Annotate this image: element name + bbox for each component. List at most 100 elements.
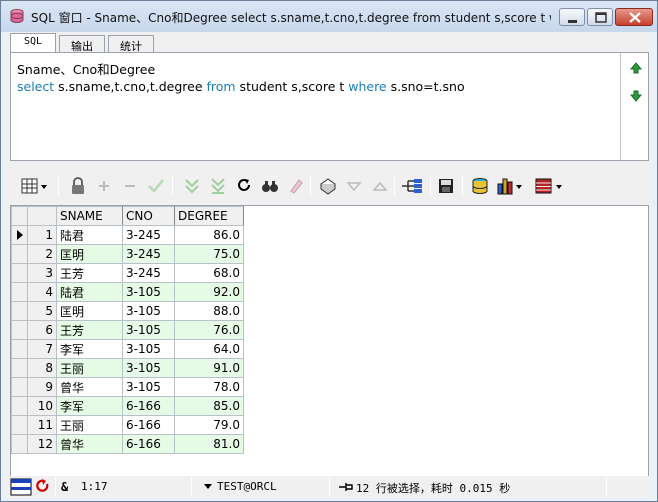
connection-name[interactable]: TEST@ORCL — [217, 478, 277, 496]
table-row[interactable]: 5 匡明 3-105 88.0 — [11, 301, 244, 321]
cell-cno[interactable]: 6-166 — [122, 434, 175, 454]
table-row[interactable]: 2 匡明 3-245 75.0 — [11, 244, 244, 264]
result-grid[interactable]: SNAME CNO DEGREE 1 陆君 3-245 86.0 2 匡明 3-245 75.… — [10, 205, 649, 494]
next-sql-icon[interactable] — [629, 89, 643, 103]
cell-degree[interactable]: 91.0 — [174, 358, 244, 378]
tree-button[interactable] — [400, 176, 424, 196]
add-row-button[interactable] — [94, 176, 114, 196]
cell-cno[interactable]: 3-245 — [122, 263, 175, 283]
cell-sname[interactable]: 王芳 — [56, 263, 123, 283]
cell-cno[interactable]: 6-166 — [122, 396, 175, 416]
cell-degree[interactable]: 85.0 — [174, 396, 244, 416]
row-number: 2 — [27, 244, 57, 264]
row-indicator[interactable] — [11, 263, 28, 283]
minimize-button[interactable] — [559, 8, 585, 26]
row-indicator[interactable] — [11, 244, 28, 264]
table-row[interactable]: 10 李军 6-166 85.0 — [11, 396, 244, 416]
cell-sname[interactable]: 王丽 — [56, 358, 123, 378]
cell-degree[interactable]: 76.0 — [174, 320, 244, 340]
row-indicator[interactable] — [11, 225, 28, 245]
title-bar[interactable]: SQL 窗口 - Sname、Cno和Degree select s.sname… — [1, 1, 657, 32]
cell-sname[interactable]: 匡明 — [56, 244, 123, 264]
tab-output[interactable]: 输出 — [59, 35, 105, 53]
row-indicator[interactable] — [11, 415, 28, 435]
chart-button[interactable] — [496, 176, 524, 196]
cell-cno[interactable]: 3-105 — [122, 320, 175, 340]
cell-degree[interactable]: 81.0 — [174, 434, 244, 454]
column-header-degree[interactable]: DEGREE — [174, 206, 244, 226]
window-list-icon[interactable] — [10, 478, 32, 496]
table-row[interactable]: 8 王丽 3-105 91.0 — [11, 358, 244, 378]
row-indicator[interactable] — [11, 358, 28, 378]
cell-cno[interactable]: 3-105 — [122, 339, 175, 359]
cell-cno[interactable]: 3-245 — [122, 225, 175, 245]
sort-down-button[interactable] — [344, 176, 364, 196]
cell-degree[interactable]: 79.0 — [174, 415, 244, 435]
cell-degree[interactable]: 86.0 — [174, 225, 244, 245]
table-row[interactable]: 7 李军 3-105 64.0 — [11, 339, 244, 359]
cell-cno[interactable]: 3-105 — [122, 377, 175, 397]
single-record-button[interactable] — [534, 176, 564, 196]
cell-sname[interactable]: 匡明 — [56, 301, 123, 321]
toolbar-separator — [58, 176, 59, 196]
row-indicator[interactable] — [11, 301, 28, 321]
delete-row-button[interactable] — [120, 176, 140, 196]
cell-degree[interactable]: 68.0 — [174, 263, 244, 283]
table-row[interactable]: 3 王芳 3-245 68.0 — [11, 263, 244, 283]
cell-cno[interactable]: 3-245 — [122, 244, 175, 264]
row-indicator[interactable] — [11, 339, 28, 359]
column-header-cno[interactable]: CNO — [122, 206, 175, 226]
cell-cno[interactable]: 6-166 — [122, 415, 175, 435]
save-icon — [439, 179, 453, 193]
cell-cno[interactable]: 3-105 — [122, 358, 175, 378]
table-row[interactable]: 6 王芳 3-105 76.0 — [11, 320, 244, 340]
row-indicator[interactable] — [11, 282, 28, 302]
cell-degree[interactable]: 78.0 — [174, 377, 244, 397]
tab-statistics[interactable]: 统计 — [108, 35, 154, 53]
cell-degree[interactable]: 92.0 — [174, 282, 244, 302]
cell-sname[interactable]: 曾华 — [56, 377, 123, 397]
grid-menu-button[interactable] — [20, 176, 48, 196]
post-button[interactable] — [146, 176, 166, 196]
refresh-icon — [238, 179, 250, 191]
export-button[interactable] — [470, 176, 490, 196]
query-by-example-button[interactable] — [318, 176, 338, 196]
table-row[interactable]: 4 陆君 3-105 92.0 — [11, 282, 244, 302]
tab-sql[interactable]: SQL — [10, 33, 56, 54]
sort-up-button[interactable] — [370, 176, 390, 196]
cell-sname[interactable]: 曾华 — [56, 434, 123, 454]
cell-degree[interactable]: 75.0 — [174, 244, 244, 264]
connection-dropdown-icon[interactable] — [204, 484, 212, 490]
find-button[interactable] — [260, 176, 280, 196]
sql-editor[interactable]: Sname、Cno和Degree select s.sname,t.cno,t.… — [10, 52, 649, 161]
table-row[interactable]: 12 曾华 6-166 81.0 — [11, 434, 244, 454]
table-row[interactable]: 9 曾华 3-105 78.0 — [11, 377, 244, 397]
previous-sql-icon[interactable] — [629, 61, 643, 75]
table-row[interactable]: 1 陆君 3-245 86.0 — [11, 225, 244, 245]
refresh-button[interactable] — [234, 176, 254, 196]
cell-sname[interactable]: 王芳 — [56, 320, 123, 340]
row-indicator[interactable] — [11, 396, 28, 416]
cell-sname[interactable]: 王丽 — [56, 415, 123, 435]
row-indicator[interactable] — [11, 434, 28, 454]
row-indicator[interactable] — [11, 320, 28, 340]
maximize-button[interactable] — [587, 8, 613, 26]
row-indicator[interactable] — [11, 377, 28, 397]
cell-sname[interactable]: 陆君 — [56, 225, 123, 245]
lock-button[interactable] — [68, 176, 88, 196]
cell-degree[interactable]: 88.0 — [174, 301, 244, 321]
fetch-all-button[interactable] — [208, 176, 228, 196]
close-button[interactable] — [615, 8, 653, 26]
status-message: 12 行被选择，耗时 0.015 秒 — [356, 482, 511, 495]
cell-degree[interactable]: 64.0 — [174, 339, 244, 359]
cell-sname[interactable]: 李军 — [56, 339, 123, 359]
cell-cno[interactable]: 3-105 — [122, 301, 175, 321]
clear-button[interactable] — [286, 176, 306, 196]
cell-sname[interactable]: 陆君 — [56, 282, 123, 302]
fetch-next-button[interactable] — [182, 176, 202, 196]
cell-sname[interactable]: 李军 — [56, 396, 123, 416]
table-row[interactable]: 11 王丽 6-166 79.0 — [11, 415, 244, 435]
column-header-sname[interactable]: SNAME — [56, 206, 123, 226]
save-button[interactable] — [436, 176, 456, 196]
cell-cno[interactable]: 3-105 — [122, 282, 175, 302]
